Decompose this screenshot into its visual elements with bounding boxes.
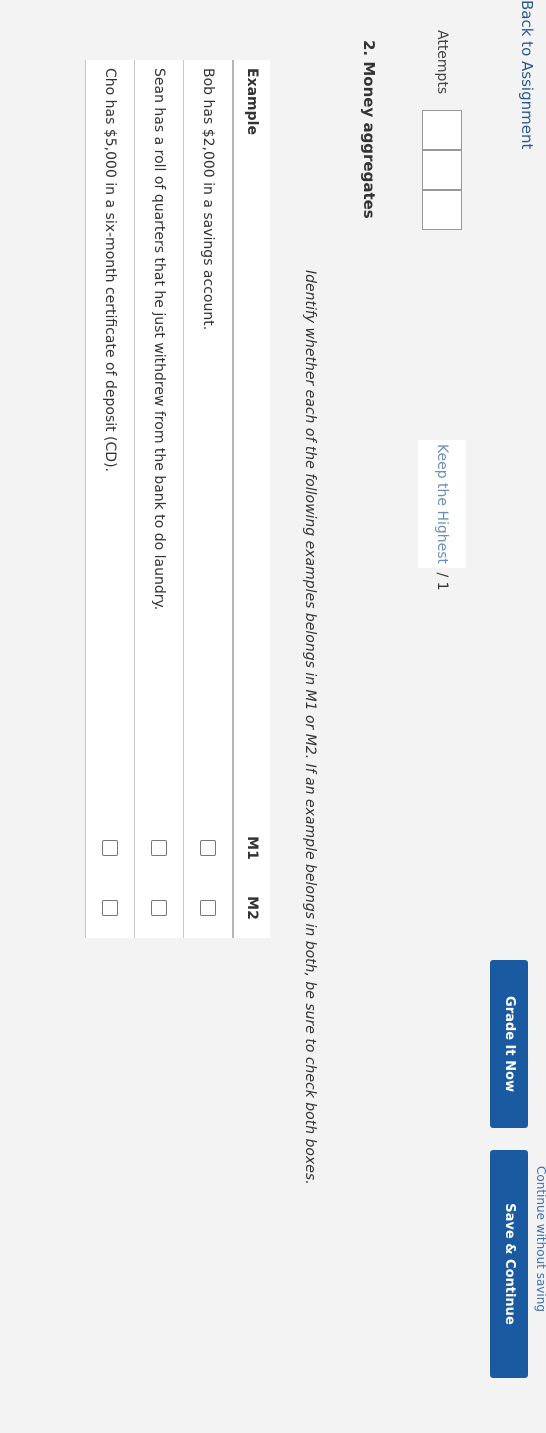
attempts-row: Attempts xyxy=(420,30,464,230)
attempts-label: Attempts xyxy=(434,30,450,95)
continue-without-saving-link[interactable]: Continue without saving xyxy=(534,1166,546,1312)
example-text: Sean has a roll of quarters that he just… xyxy=(134,60,184,818)
m2-checkbox[interactable] xyxy=(151,900,167,916)
header-example: Example xyxy=(233,60,270,818)
example-text: Bob has $2,000 in a savings account. xyxy=(183,60,233,818)
back-to-assignment-link[interactable]: Back to Assignment xyxy=(518,0,536,149)
header-m1: M1 xyxy=(233,818,270,878)
attempt-box-2 xyxy=(422,150,462,190)
table-header-row: Example M1 M2 xyxy=(233,60,270,938)
save-and-continue-button[interactable]: Save & Continue xyxy=(490,1150,528,1378)
keep-highest-suffix: / 1 xyxy=(434,568,450,591)
example-text: Cho has $5,000 in a six-month certificat… xyxy=(85,60,135,818)
header-m2: M2 xyxy=(233,878,270,938)
screen: Back to Assignment Attempts Keep the Hig… xyxy=(0,0,546,1433)
m1-checkbox[interactable] xyxy=(151,840,167,856)
attempt-box-3 xyxy=(422,190,462,230)
m1-checkbox[interactable] xyxy=(102,840,118,856)
assignment-page: Back to Assignment Attempts Keep the Hig… xyxy=(0,0,546,1433)
m2-checkbox[interactable] xyxy=(102,900,118,916)
m2-checkbox[interactable] xyxy=(200,900,216,916)
keep-highest-label: Keep the Highest / 1 xyxy=(418,440,466,591)
grade-it-now-button[interactable]: Grade It Now xyxy=(490,960,528,1128)
m1-checkbox[interactable] xyxy=(200,840,216,856)
table-row: Sean has a roll of quarters that he just… xyxy=(134,60,184,938)
keep-highest-text: Keep the Highest xyxy=(418,440,466,569)
table-row: Cho has $5,000 in a six-month certificat… xyxy=(85,60,135,938)
question-title: 2. Money aggregates xyxy=(360,40,378,219)
answer-table: Example M1 M2 Bob has $2,000 in a saving… xyxy=(85,60,270,938)
table-row: Bob has $2,000 in a savings account. xyxy=(183,60,233,938)
question-instructions: Identify whether each of the following e… xyxy=(302,270,318,1185)
attempt-box-1 xyxy=(422,110,462,150)
